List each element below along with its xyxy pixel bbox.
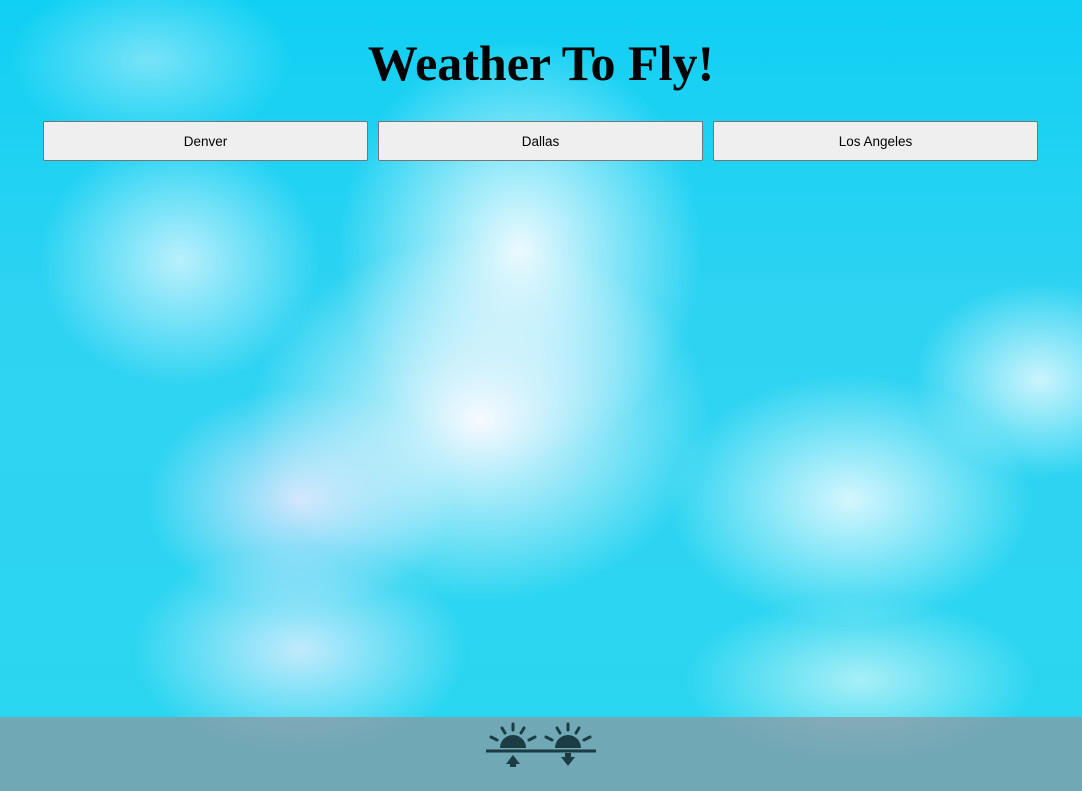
footer bbox=[0, 717, 1082, 791]
sunrise-sunset-icon bbox=[486, 722, 596, 767]
city-button-group: Denver Dallas Los Angeles bbox=[43, 121, 1038, 161]
city-button-denver[interactable]: Denver bbox=[43, 121, 368, 161]
city-button-dallas[interactable]: Dallas bbox=[378, 121, 703, 161]
sky-background bbox=[0, 0, 1082, 791]
city-button-los-angeles[interactable]: Los Angeles bbox=[713, 121, 1038, 161]
page-title: Weather To Fly! bbox=[367, 35, 715, 91]
